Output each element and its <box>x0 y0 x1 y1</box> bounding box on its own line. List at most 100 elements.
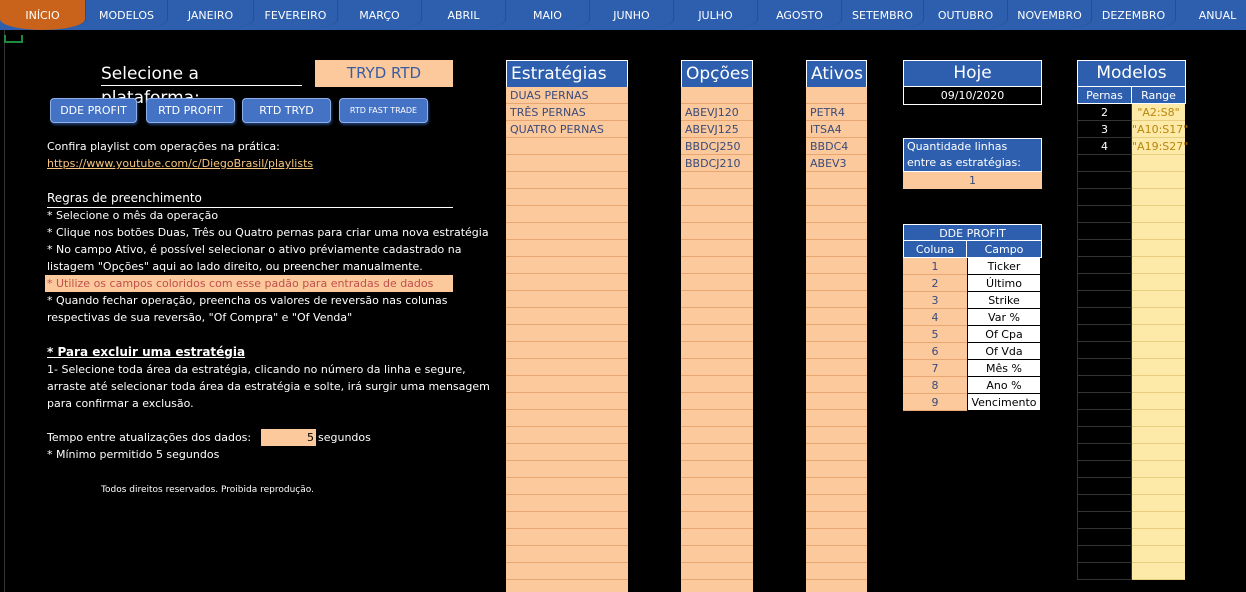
playlist-link[interactable]: https://www.youtube.com/c/DiegoBrasil/pl… <box>47 155 313 172</box>
estrategias-row[interactable] <box>506 393 628 410</box>
estrategias-row[interactable] <box>506 529 628 546</box>
tab-anual[interactable]: ANUAL <box>1176 0 1246 30</box>
tab-marco[interactable]: MARÇO <box>338 0 422 30</box>
ativos-row[interactable] <box>806 461 867 478</box>
ativos-row[interactable] <box>806 410 867 427</box>
ativos-row[interactable] <box>806 274 867 291</box>
ativos-row[interactable]: BBDC4 <box>806 138 867 155</box>
opcoes-row[interactable] <box>681 308 753 325</box>
ativos-list[interactable]: PETR4 ITSA4 BBDC4 ABEV3 <box>806 87 867 592</box>
dde-coluna-cell[interactable]: 5 <box>903 326 967 343</box>
tab-setembro[interactable]: SETEMBRO <box>842 0 924 30</box>
opcoes-row[interactable] <box>681 87 753 104</box>
ativos-row[interactable] <box>806 172 867 189</box>
opcoes-row[interactable] <box>681 461 753 478</box>
opcoes-row[interactable] <box>681 291 753 308</box>
estrategias-row[interactable]: QUATRO PERNAS <box>506 121 628 138</box>
platform-select[interactable]: TRYD RTD <box>315 60 453 87</box>
opcoes-row[interactable] <box>681 342 753 359</box>
tab-novembro[interactable]: NOVEMBRO <box>1008 0 1092 30</box>
opcoes-row[interactable] <box>681 563 753 580</box>
estrategias-row[interactable] <box>506 563 628 580</box>
estrategias-list[interactable]: DUAS PERNAS TRÊS PERNAS QUATRO PERNAS <box>506 87 628 592</box>
estrategias-row[interactable] <box>506 155 628 172</box>
opcoes-row[interactable] <box>681 444 753 461</box>
estrategias-row[interactable] <box>506 342 628 359</box>
opcoes-row[interactable] <box>681 376 753 393</box>
dde-coluna-cell[interactable]: 1 <box>903 258 967 275</box>
ativos-row[interactable] <box>806 376 867 393</box>
ativos-row[interactable] <box>806 512 867 529</box>
opcoes-row[interactable] <box>681 172 753 189</box>
ativos-row[interactable] <box>806 529 867 546</box>
ativos-row[interactable] <box>806 359 867 376</box>
estrategias-row[interactable] <box>506 172 628 189</box>
opcoes-row[interactable] <box>681 546 753 563</box>
estrategias-row[interactable] <box>506 325 628 342</box>
estrategias-row[interactable] <box>506 410 628 427</box>
dde-coluna-cell[interactable]: 3 <box>903 292 967 309</box>
dde-coluna-cell[interactable]: 2 <box>903 275 967 292</box>
estrategias-row[interactable]: DUAS PERNAS <box>506 87 628 104</box>
ativos-row[interactable] <box>806 325 867 342</box>
opcoes-row[interactable]: ABEVJ125 <box>681 121 753 138</box>
dde-coluna-cell[interactable]: 8 <box>903 377 967 394</box>
dde-coluna-cell[interactable]: 9 <box>903 394 967 411</box>
tab-junho[interactable]: JUNHO <box>590 0 674 30</box>
tab-abril[interactable]: ABRIL <box>422 0 506 30</box>
ativos-row[interactable] <box>806 393 867 410</box>
estrategias-row[interactable] <box>506 240 628 257</box>
ativos-row[interactable] <box>806 206 867 223</box>
tab-inicio[interactable]: INÍCIO <box>0 0 86 30</box>
ativos-row[interactable]: ABEV3 <box>806 155 867 172</box>
ativos-row[interactable] <box>806 546 867 563</box>
ativos-row[interactable] <box>806 563 867 580</box>
tab-maio[interactable]: MAIO <box>506 0 590 30</box>
rtd-fast-trade-button[interactable]: RTD FAST TRADE <box>339 98 428 123</box>
ativos-row[interactable] <box>806 257 867 274</box>
estrategias-row[interactable] <box>506 461 628 478</box>
estrategias-row[interactable] <box>506 223 628 240</box>
tab-modelos[interactable]: MODELOS <box>86 0 168 30</box>
selected-cell-marker[interactable] <box>4 35 23 43</box>
opcoes-row[interactable]: BBDCJ210 <box>681 155 753 172</box>
opcoes-row[interactable] <box>681 325 753 342</box>
estrategias-row[interactable] <box>506 257 628 274</box>
ativos-row[interactable] <box>806 478 867 495</box>
ativos-row[interactable] <box>806 427 867 444</box>
rtd-profit-button[interactable]: RTD PROFIT <box>146 98 235 123</box>
estrategias-row[interactable]: TRÊS PERNAS <box>506 104 628 121</box>
rtd-tryd-button[interactable]: RTD TRYD <box>242 98 331 123</box>
estrategias-row[interactable] <box>506 376 628 393</box>
opcoes-row[interactable] <box>681 393 753 410</box>
opcoes-row[interactable] <box>681 478 753 495</box>
dde-coluna-cell[interactable]: 6 <box>903 343 967 360</box>
ativos-row[interactable]: PETR4 <box>806 104 867 121</box>
ativos-row[interactable] <box>806 308 867 325</box>
ativos-row[interactable]: ITSA4 <box>806 121 867 138</box>
ativos-row[interactable] <box>806 495 867 512</box>
ativos-row[interactable] <box>806 189 867 206</box>
estrategias-row[interactable] <box>506 189 628 206</box>
ativos-row[interactable] <box>806 291 867 308</box>
tab-outubro[interactable]: OUTUBRO <box>924 0 1008 30</box>
opcoes-row[interactable] <box>681 223 753 240</box>
dde-profit-button[interactable]: DDE PROFIT <box>50 98 137 123</box>
opcoes-row[interactable] <box>681 410 753 427</box>
estrategias-row[interactable] <box>506 512 628 529</box>
dde-coluna-cell[interactable]: 4 <box>903 309 967 326</box>
ativos-row[interactable] <box>806 444 867 461</box>
estrategias-row[interactable] <box>506 478 628 495</box>
estrategias-row[interactable] <box>506 359 628 376</box>
estrategias-row[interactable] <box>506 427 628 444</box>
opcoes-row[interactable] <box>681 206 753 223</box>
ativos-row[interactable] <box>806 223 867 240</box>
refresh-input[interactable]: 5 <box>261 429 316 446</box>
opcoes-row[interactable] <box>681 257 753 274</box>
estrategias-row[interactable] <box>506 308 628 325</box>
estrategias-row[interactable] <box>506 274 628 291</box>
ativos-row[interactable] <box>806 342 867 359</box>
tab-fevereiro[interactable]: FEVEREIRO <box>254 0 338 30</box>
estrategias-row[interactable] <box>506 546 628 563</box>
opcoes-row[interactable] <box>681 427 753 444</box>
